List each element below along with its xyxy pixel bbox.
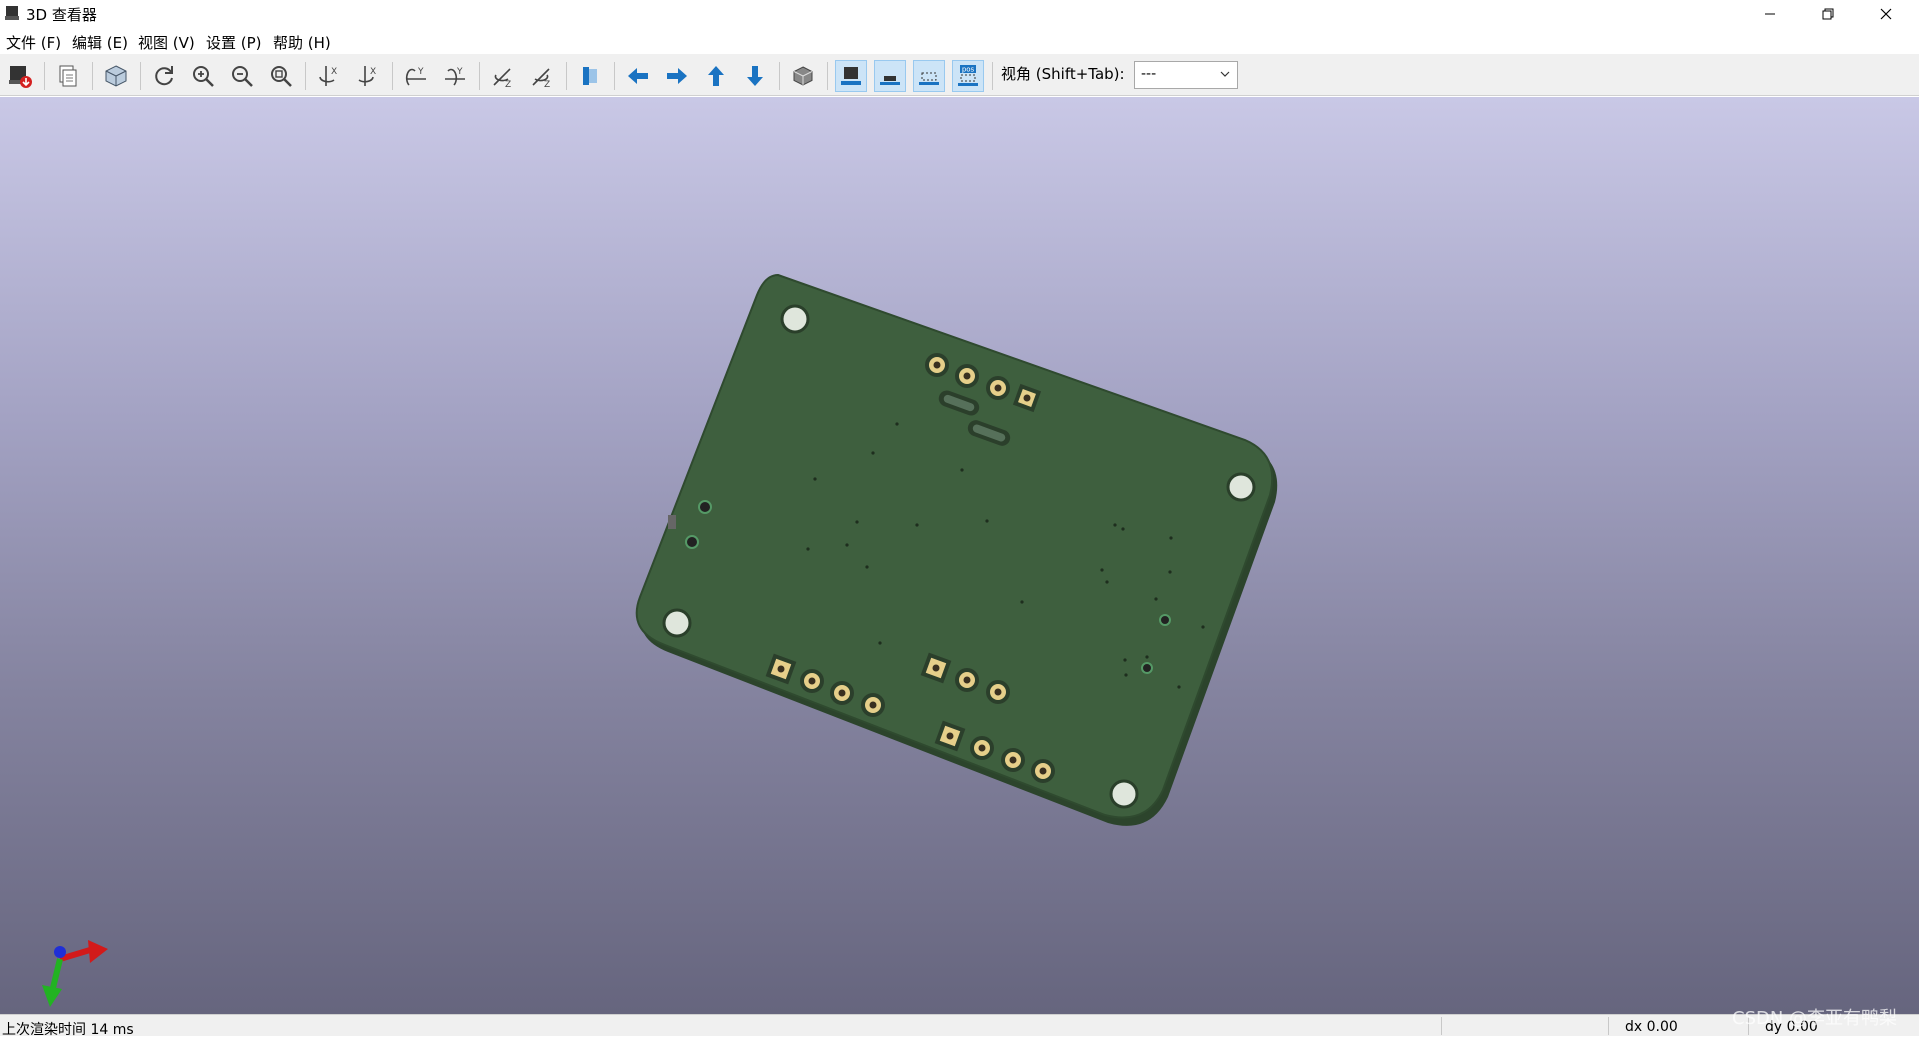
title-bar: 3D 查看器 [0,0,1919,28]
rotate-x-ccw-button[interactable]: X [352,60,384,92]
svg-text:Z: Z [505,80,511,89]
layers-3d-icon [105,65,127,87]
toolbar-separator [140,62,141,90]
menu-help[interactable]: 帮助 (H) [273,32,331,53]
view-angle-select[interactable]: --- [1134,61,1238,89]
zoom-fit-icon [271,66,292,87]
ortho-box-button[interactable] [787,60,819,92]
window-title: 3D 查看器 [26,6,97,24]
toggle-pos-icon: pos [958,65,978,86]
minimize-button[interactable] [1741,0,1799,28]
toggle-virtual-icon [919,72,939,85]
status-divider [1608,1017,1609,1035]
app-icon [5,6,19,20]
via-hole [1141,662,1153,674]
view-angle-value: --- [1141,66,1157,82]
pos-badge: pos [962,66,975,74]
menu-file[interactable]: 文件 (F) [6,32,61,53]
toggle-tht-icon [841,67,861,85]
ortho-box-icon [793,66,813,86]
render-time: 上次渲染时间 14 ms [2,1022,134,1038]
menu-view[interactable]: 视图 (V) [138,32,195,53]
toolbar-separator [479,62,480,90]
3d-scene [42,273,1278,1007]
zoom-out-icon [232,66,253,87]
menu-bar: 文件 (F) 编辑 (E) 视图 (V) 设置 (P) 帮助 (H) [0,28,1919,54]
toggle-smd-icon [880,76,900,85]
toggle-pos-button[interactable]: pos [952,60,984,92]
flip-board-icon [583,67,597,85]
close-icon [1880,8,1892,20]
status-divider [1441,1017,1442,1035]
toolbar-separator [566,62,567,90]
pan-down-icon [747,66,763,86]
axis-gizmo [42,940,108,1007]
via-hole [1159,614,1171,626]
rotate-x-ccw-icon: X [358,66,376,86]
zoom-in-button[interactable] [187,60,219,92]
pan-right-button[interactable] [661,60,693,92]
pan-left-button[interactable] [622,60,654,92]
rotate-x-cw-icon: X [319,66,337,86]
reload-button[interactable] [148,60,180,92]
svg-text:Y: Y [417,67,424,77]
toggle-virtual-button[interactable] [913,60,945,92]
minimize-icon [1765,13,1775,15]
status-bar: 上次渲染时间 14 ms dx 0.00 dy 0.00 [0,1014,1919,1038]
rotate-z-cw-button[interactable]: Z [487,60,519,92]
toolbar: X X Y Y Z Z pos [0,54,1919,96]
chevron-down-icon [1220,71,1230,77]
watermark: CSDN @李亚有鸭梨 [1732,1008,1898,1029]
pan-left-icon [628,68,648,84]
restore-icon [1822,8,1834,20]
export-button[interactable] [4,60,36,92]
pan-down-button[interactable] [739,60,771,92]
zoom-fit-button[interactable] [265,60,297,92]
layers-3d-button[interactable] [100,60,132,92]
rotate-x-cw-button[interactable]: X [313,60,345,92]
svg-text:X: X [331,67,337,77]
rotate-y-ccw-button[interactable]: Y [439,60,471,92]
via-hole [685,535,699,549]
rotate-y-ccw-icon: Y [445,67,465,86]
svg-text:Y: Y [456,67,463,77]
rotate-z-cw-icon: Z [493,68,511,89]
restore-button[interactable] [1799,0,1857,28]
3d-viewport[interactable] [0,97,1919,1014]
rotate-z-ccw-button[interactable]: Z [526,60,558,92]
close-button[interactable] [1857,0,1915,28]
pan-up-button[interactable] [700,60,732,92]
toolbar-separator [992,62,993,90]
svg-text:X: X [370,67,376,77]
rotate-z-ccw-icon: Z [532,68,550,89]
export-icon [9,66,32,88]
toolbar-separator [779,62,780,90]
copy-button[interactable] [52,60,84,92]
toolbar-separator [827,62,828,90]
toolbar-separator [614,62,615,90]
dx-readout: dx 0.00 [1625,1019,1678,1035]
rotate-y-cw-icon: Y [405,67,426,86]
zoom-in-icon [193,66,214,87]
copy-icon [59,65,77,87]
toggle-tht-button[interactable] [835,60,867,92]
pan-right-icon [667,68,687,84]
svg-text:Z: Z [544,80,550,89]
toolbar-separator [44,62,45,90]
via-hole [698,500,712,514]
toolbar-separator [92,62,93,90]
pan-up-icon [708,66,724,86]
toolbar-separator [305,62,306,90]
flip-board-button[interactable] [574,60,606,92]
menu-settings[interactable]: 设置 (P) [206,32,262,53]
menu-edit[interactable]: 编辑 (E) [72,32,128,53]
reload-icon [155,66,173,86]
toolbar-separator [392,62,393,90]
zoom-out-button[interactable] [226,60,258,92]
toggle-smd-button[interactable] [874,60,906,92]
view-angle-label: 视角 (Shift+Tab): [1001,65,1125,83]
rotate-y-cw-button[interactable]: Y [400,60,432,92]
side-connector [668,515,676,529]
